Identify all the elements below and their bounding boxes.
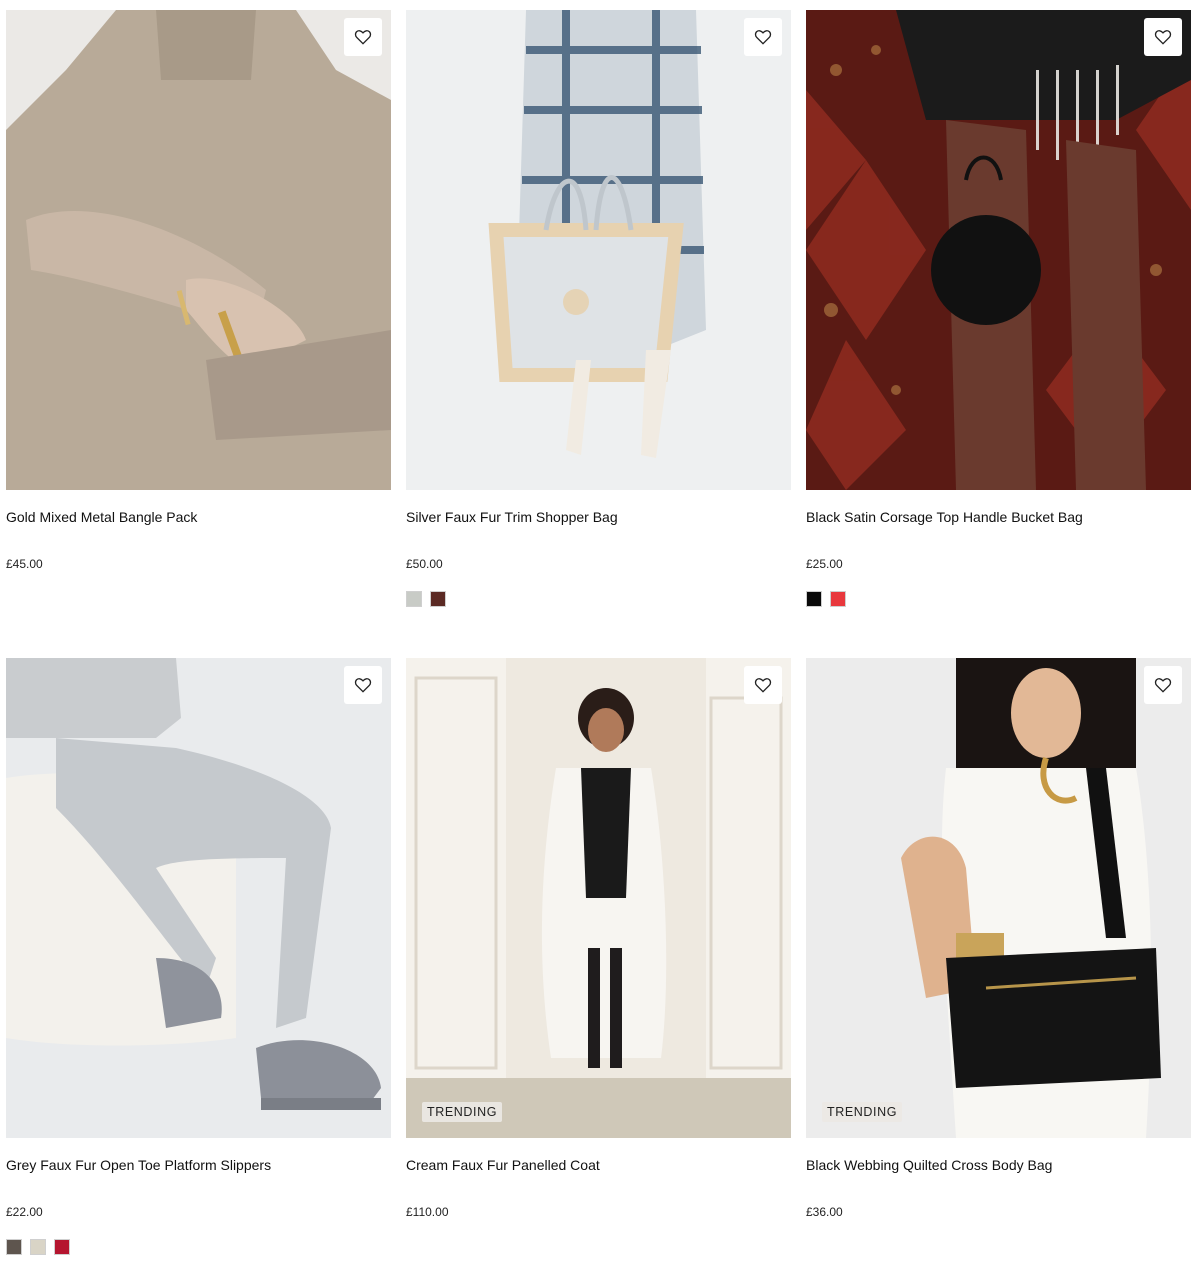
product-name[interactable]: Grey Faux Fur Open Toe Platform Slippers bbox=[6, 1157, 391, 1173]
product-image[interactable] bbox=[406, 10, 791, 490]
color-swatch[interactable] bbox=[430, 591, 446, 607]
product-card[interactable]: Gold Mixed Metal Bangle Pack £45.00 bbox=[6, 10, 391, 609]
wishlist-button[interactable] bbox=[344, 18, 382, 56]
trending-badge: TRENDING bbox=[822, 1102, 903, 1122]
product-price: £25.00 bbox=[806, 557, 843, 571]
heart-outline-icon bbox=[1154, 678, 1172, 693]
heart-outline-icon bbox=[354, 30, 372, 45]
product-name[interactable]: Black Satin Corsage Top Handle Bucket Ba… bbox=[806, 509, 1191, 525]
color-swatches bbox=[6, 1239, 391, 1257]
wishlist-button[interactable] bbox=[1144, 666, 1182, 704]
product-card[interactable]: TRENDING Black Webbing Quilted Cross Bod… bbox=[806, 658, 1191, 1257]
product-card[interactable]: Black Satin Corsage Top Handle Bucket Ba… bbox=[806, 10, 1191, 609]
product-image[interactable] bbox=[806, 10, 1191, 490]
product-image[interactable]: TRENDING bbox=[406, 658, 791, 1138]
wishlist-button[interactable] bbox=[1144, 18, 1182, 56]
color-swatch[interactable] bbox=[406, 591, 422, 607]
color-swatches bbox=[406, 1239, 791, 1257]
product-card[interactable]: Grey Faux Fur Open Toe Platform Slippers… bbox=[6, 658, 391, 1257]
heart-outline-icon bbox=[754, 30, 772, 45]
product-card[interactable]: TRENDING Cream Faux Fur Panelled Coat £1… bbox=[406, 658, 791, 1257]
heart-outline-icon bbox=[1154, 30, 1172, 45]
color-swatch[interactable] bbox=[30, 1239, 46, 1255]
product-image[interactable]: TRENDING bbox=[806, 658, 1191, 1138]
wishlist-button[interactable] bbox=[744, 18, 782, 56]
product-price: £45.00 bbox=[6, 557, 43, 571]
heart-outline-icon bbox=[754, 678, 772, 693]
color-swatch[interactable] bbox=[54, 1239, 70, 1255]
trending-badge: TRENDING bbox=[422, 1102, 503, 1122]
heart-outline-icon bbox=[354, 678, 372, 693]
product-image[interactable] bbox=[6, 658, 391, 1138]
product-price: £36.00 bbox=[806, 1205, 843, 1219]
product-card[interactable]: Silver Faux Fur Trim Shopper Bag £50.00 bbox=[406, 10, 791, 609]
color-swatches bbox=[406, 591, 791, 609]
color-swatch[interactable] bbox=[830, 591, 846, 607]
wishlist-button[interactable] bbox=[744, 666, 782, 704]
color-swatch[interactable] bbox=[6, 1239, 22, 1255]
color-swatches bbox=[806, 1239, 1191, 1257]
product-image[interactable] bbox=[6, 10, 391, 490]
product-name[interactable]: Cream Faux Fur Panelled Coat bbox=[406, 1157, 791, 1173]
product-price: £50.00 bbox=[406, 557, 443, 571]
wishlist-button[interactable] bbox=[344, 666, 382, 704]
color-swatch[interactable] bbox=[806, 591, 822, 607]
color-swatches bbox=[806, 591, 1191, 609]
product-grid: Gold Mixed Metal Bangle Pack £45.00 Silv… bbox=[0, 0, 1200, 1263]
product-name[interactable]: Black Webbing Quilted Cross Body Bag bbox=[806, 1157, 1191, 1173]
product-name[interactable]: Gold Mixed Metal Bangle Pack bbox=[6, 509, 391, 525]
product-price: £22.00 bbox=[6, 1205, 43, 1219]
color-swatches bbox=[6, 591, 391, 609]
product-price: £110.00 bbox=[406, 1205, 449, 1219]
product-name[interactable]: Silver Faux Fur Trim Shopper Bag bbox=[406, 509, 791, 525]
